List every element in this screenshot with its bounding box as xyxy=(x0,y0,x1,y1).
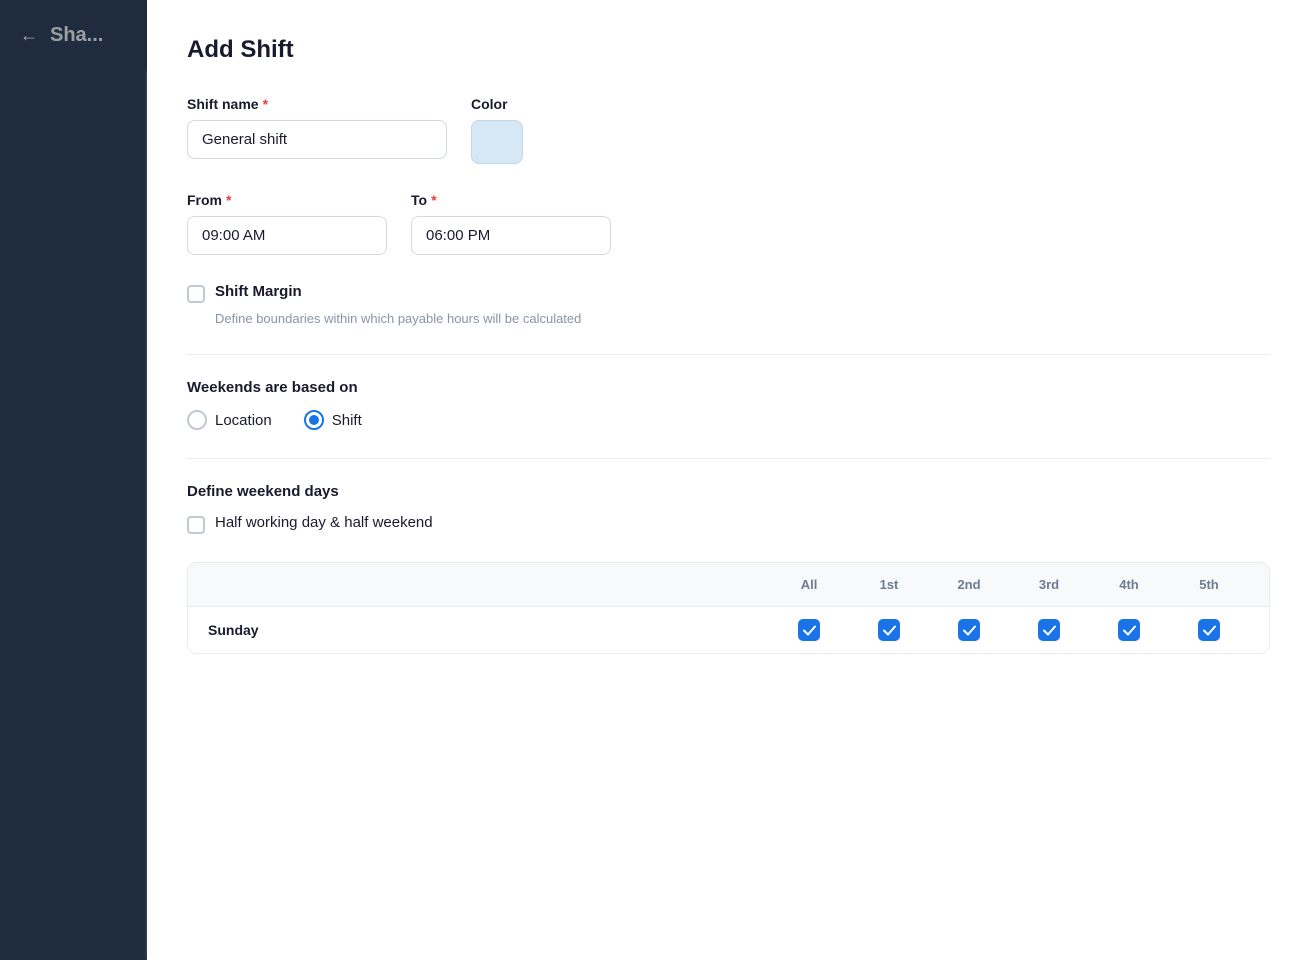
radio-shift-label: Shift xyxy=(332,412,362,429)
sunday-first-checkbox[interactable] xyxy=(849,619,929,641)
sunday-label: Sunday xyxy=(208,622,769,638)
half-working-row: Half working day & half weekend xyxy=(187,514,1270,534)
color-field-group: Color xyxy=(471,96,523,164)
to-required: * xyxy=(431,192,436,208)
from-field-group: From * ▲ ▼ xyxy=(187,192,387,255)
shift-margin-row: Shift Margin xyxy=(187,283,1270,303)
from-label: From * xyxy=(187,192,387,208)
to-time-wrapper: ▲ ▼ xyxy=(411,216,611,255)
shift-name-field-group: Shift name * xyxy=(187,96,447,159)
define-weekend-section: Define weekend days Half working day & h… xyxy=(187,483,1270,534)
shift-name-required: * xyxy=(263,96,268,112)
sunday-fifth-checkbox[interactable] xyxy=(1169,619,1249,641)
from-time-input[interactable] xyxy=(188,217,387,254)
second-column-header: 2nd xyxy=(929,577,1009,592)
sunday-second-checkbox[interactable] xyxy=(929,619,1009,641)
modal-title: Add Shift xyxy=(187,36,1270,64)
sunday-third-checkbox[interactable] xyxy=(1009,619,1089,641)
sunday-all-checkbox[interactable] xyxy=(769,619,849,641)
radio-location-label: Location xyxy=(215,412,272,429)
all-column-header: All xyxy=(769,577,849,592)
radio-row: Location Shift xyxy=(187,410,1270,430)
from-time-wrapper: ▲ ▼ xyxy=(187,216,387,255)
shift-name-label: Shift name * xyxy=(187,96,447,112)
shift-margin-label: Shift Margin xyxy=(215,283,302,300)
half-working-checkbox[interactable] xyxy=(187,516,205,534)
shift-margin-desc: Define boundaries within which payable h… xyxy=(215,311,1270,326)
day-column-header xyxy=(208,577,769,592)
day-table-header-row: All 1st 2nd 3rd 4th 5th xyxy=(188,563,1269,606)
sunday-row: Sunday xyxy=(188,606,1269,653)
first-column-header: 1st xyxy=(849,577,929,592)
radio-location-circle[interactable] xyxy=(187,410,207,430)
color-picker-button[interactable] xyxy=(471,120,523,164)
shift-name-color-row: Shift name * Color xyxy=(187,96,1270,164)
fourth-column-header: 4th xyxy=(1089,577,1169,592)
radio-shift-option[interactable]: Shift xyxy=(304,410,362,430)
weekends-section: Weekends are based on Location Shift xyxy=(187,379,1270,430)
from-to-row: From * ▲ ▼ To * xyxy=(187,192,1270,255)
from-required: * xyxy=(226,192,231,208)
day-table: All 1st 2nd 3rd 4th 5th Sunday xyxy=(187,562,1270,654)
to-time-input[interactable] xyxy=(412,217,611,254)
color-label: Color xyxy=(471,96,523,112)
weekends-label: Weekends are based on xyxy=(187,379,1270,396)
modal-overlay: Add Shift Shift name * Color From * xyxy=(0,0,1310,960)
to-field-group: To * ▲ ▼ xyxy=(411,192,611,255)
half-working-label: Half working day & half weekend xyxy=(215,514,433,531)
radio-location-option[interactable]: Location xyxy=(187,410,272,430)
third-column-header: 3rd xyxy=(1009,577,1089,592)
to-label: To * xyxy=(411,192,611,208)
shift-margin-checkbox[interactable] xyxy=(187,285,205,303)
radio-shift-circle[interactable] xyxy=(304,410,324,430)
define-weekend-label: Define weekend days xyxy=(187,483,1270,500)
section-divider-2 xyxy=(187,458,1270,459)
fifth-column-header: 5th xyxy=(1169,577,1249,592)
sunday-fourth-checkbox[interactable] xyxy=(1089,619,1169,641)
shift-margin-section: Shift Margin Define boundaries within wh… xyxy=(187,283,1270,326)
section-divider-1 xyxy=(187,354,1270,355)
modal-panel: Add Shift Shift name * Color From * xyxy=(147,0,1310,960)
shift-name-input[interactable] xyxy=(187,120,447,159)
